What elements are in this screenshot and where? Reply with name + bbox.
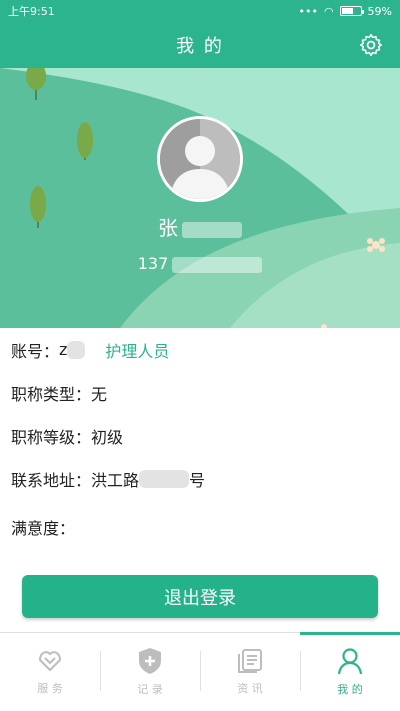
account-value: z [59,340,68,359]
address-suffix: 号 [189,470,206,490]
address-label: 联系地址： [11,470,92,490]
gear-icon[interactable] [358,32,384,58]
nav-label-profile: 我 的 [337,683,363,696]
avatar-placeholder-icon [160,119,240,199]
nav-divider [100,651,101,691]
profile-info: 账号： z 护理人员 职称类型： 无 职称等级： 初级 联系地址： 洪工路 号 满… [0,328,400,552]
status-icons: ••• ◠ 59% [298,5,392,18]
title-level-label: 职称等级： [11,427,92,447]
record-icon [139,648,161,674]
title-type-label: 职称类型： [11,384,92,404]
redacted-mask [172,256,263,273]
user-phone: 137 [0,254,400,273]
nav-item-profile[interactable]: 我 的 [300,632,400,711]
redacted-mask [67,340,86,359]
page-title: 我 的 [176,36,224,57]
more-dots-icon: ••• [298,4,318,18]
user-phone-text: 137 [137,254,169,273]
title-level-row: 职称等级： 初级 [0,414,400,457]
app-bar: 我 的 [0,22,400,68]
news-icon [238,649,262,673]
nav-label-record: 记 录 [137,683,163,696]
profile-icon [337,648,363,675]
status-time: 上午9:51 [8,5,55,18]
nav-item-service[interactable]: 服 务 [0,633,100,711]
battery-icon [339,6,364,16]
title-type-row: 职称类型： 无 [0,371,400,414]
nav-divider [300,651,301,691]
service-icon [39,651,61,671]
status-bar: 上午9:51 ••• ◠ 59% [0,0,400,22]
user-name-text: 张 [158,216,178,240]
logout-button[interactable]: 退出登录 [22,575,378,618]
title-type-value: 无 [91,384,108,404]
nav-item-record[interactable]: 记 录 [100,633,200,711]
bottom-nav: 服 务 记 录 资 讯 我 的 [0,632,400,711]
avatar[interactable] [157,116,243,202]
redacted-mask [182,221,242,238]
nav-label-news: 资 讯 [237,682,263,695]
wifi-icon: ◠ [323,4,334,18]
user-name: 张 [0,212,400,241]
redacted-mask [139,469,190,488]
nav-divider [200,651,201,691]
nav-item-news[interactable]: 资 讯 [200,633,300,711]
address-row: 联系地址： 洪工路 号 [0,457,400,500]
role-label: 护理人员 [105,341,170,361]
account-row: 账号： z 护理人员 [0,328,400,371]
satisfaction-row: 满意度： [0,502,400,552]
profile-header: 张 137 [0,68,400,328]
battery-percent: 59% [367,4,392,18]
title-level-value: 初级 [91,427,124,447]
satisfaction-label: 满意度： [11,519,76,538]
nav-label-service: 服 务 [37,682,63,695]
address-value: 洪工路 [91,470,140,490]
account-label: 账号： [11,341,60,361]
